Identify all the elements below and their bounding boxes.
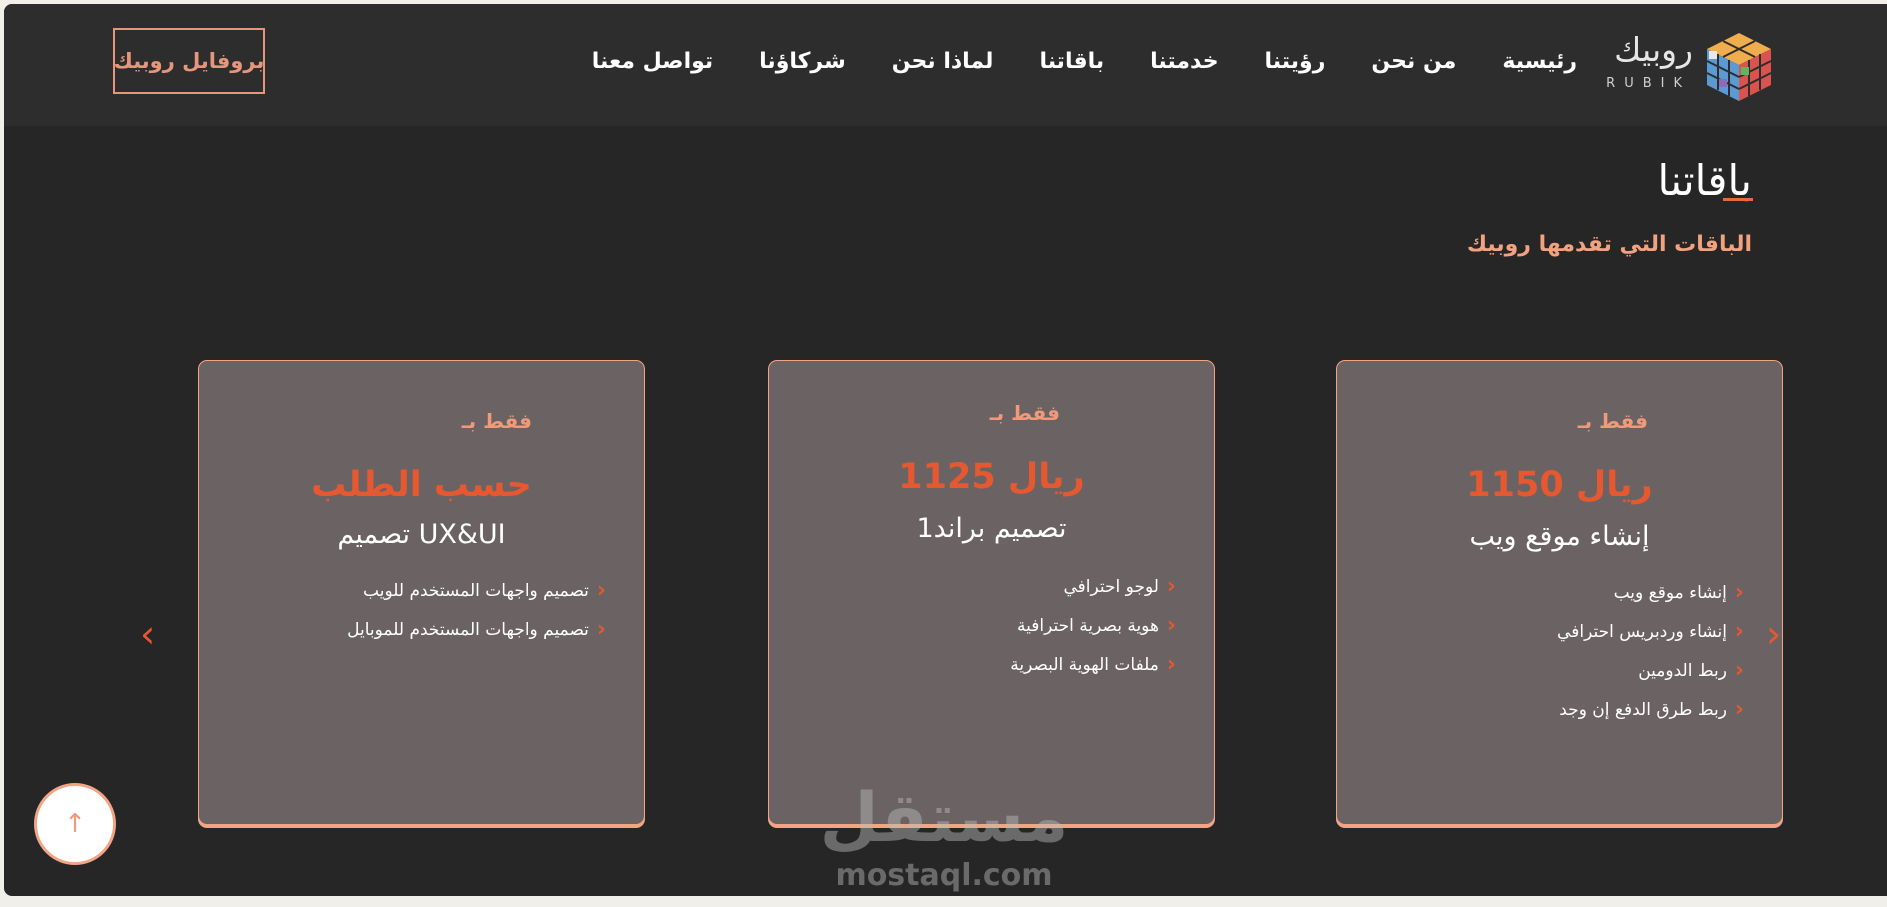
feature-label: ربط طرق الدفع إن وجد <box>1559 699 1727 720</box>
rubik-cube-logo-icon <box>1706 33 1772 101</box>
feature-label: لوجو احترافي <box>1063 576 1159 597</box>
section-subtitle: الباقات التي تقدمها روبيك <box>1466 232 1752 257</box>
package-name: تصميم UX&UI <box>337 519 506 550</box>
list-item: ‹ تصميم واجهات المستخدم للويب <box>347 571 606 610</box>
watermark-url: mostaql.com <box>835 858 1053 893</box>
chevron-icon: ‹ <box>1166 612 1176 638</box>
feature-list: ‹ لوجو احترافي ‹ هوية بصرية احترافية ‹ ملفا… <box>1010 567 1176 684</box>
chevron-icon: ‹ <box>596 616 606 642</box>
scroll-to-top-button[interactable]: ↑ <box>34 783 116 865</box>
nav-item-home[interactable]: رئيسية <box>1502 49 1577 74</box>
feature-label: ملفات الهوية البصرية <box>1010 654 1159 675</box>
arrow-up-icon: ↑ <box>64 809 86 839</box>
chevron-icon: ‹ <box>1734 618 1744 644</box>
feature-label: هوية بصرية احترافية <box>1016 615 1159 636</box>
package-name: تصميم براند1 <box>916 513 1067 544</box>
main-nav: رئيسية من نحن رؤيتنا خدمتنا باقاتنا لماذ… <box>592 49 1577 74</box>
list-item: ‹ ربط طرق الدفع إن وجد <box>1557 690 1744 729</box>
page-bottom-strip <box>0 896 1887 907</box>
feature-list: ‹ تصميم واجهات المستخدم للويب ‹ تصميم واجه… <box>347 571 606 649</box>
package-price: حسب الطلب <box>311 465 532 505</box>
nav-item-contact[interactable]: تواصل معنا <box>592 49 713 74</box>
price-prefix: فقط بـ <box>461 409 532 433</box>
package-name: إنشاء موقع ويب <box>1469 521 1650 552</box>
page-frame: روبيك RUBIK رئيسية من نحن رؤيتنا خدمتنا … <box>4 4 1887 896</box>
package-price: 1125 ريال <box>898 457 1085 497</box>
feature-label: تصميم واجهات المستخدم للويب <box>363 580 589 601</box>
chevron-icon: ‹ <box>1734 696 1744 722</box>
nav-item-services[interactable]: خدمتنا <box>1150 49 1218 74</box>
watermark-arabic: مستقل <box>819 779 1069 858</box>
list-item: ‹ ملفات الهوية البصرية <box>1010 645 1176 684</box>
chevron-right-icon[interactable]: › <box>1766 612 1781 656</box>
chevron-icon: ‹ <box>1166 651 1176 677</box>
navbar: روبيك RUBIK رئيسية من نحن رؤيتنا خدمتنا … <box>4 4 1887 126</box>
feature-label: تصميم واجهات المستخدم للموبايل <box>347 619 589 640</box>
chevron-icon: ‹ <box>1166 573 1176 599</box>
price-prefix: فقط بـ <box>1577 409 1648 433</box>
nav-item-packages[interactable]: باقاتنا <box>1039 49 1104 74</box>
list-item: ‹ ربط الدومين <box>1557 651 1744 690</box>
package-card-website[interactable]: فقط بـ 1150 ريال إنشاء موقع ويب ‹ إنشاء م… <box>1336 360 1783 825</box>
watermark: مستقل mostaql.com <box>819 779 1069 896</box>
package-price: 1150 ريال <box>1466 465 1653 505</box>
brand-name-ar: روبيك <box>1614 30 1693 69</box>
package-card-uxui[interactable]: فقط بـ حسب الطلب تصميم UX&UI ‹ تصميم واجه… <box>198 360 645 825</box>
nav-item-vision[interactable]: رؤيتنا <box>1265 49 1326 74</box>
chevron-icon: ‹ <box>1734 657 1744 683</box>
nav-item-why-us[interactable]: لماذا نحن <box>892 49 994 74</box>
brand-name-en: RUBIK <box>1606 76 1691 91</box>
list-item: ‹ لوجو احترافي <box>1010 567 1177 606</box>
nav-item-about[interactable]: من نحن <box>1371 49 1456 74</box>
package-card-brand[interactable]: فقط بـ 1125 ريال تصميم براند1 ‹ لوجو احتر… <box>768 360 1215 825</box>
list-item: ‹ تصميم واجهات المستخدم للموبايل <box>347 610 606 649</box>
feature-label: إنشاء موقع ويب <box>1613 582 1727 603</box>
chevron-left-icon[interactable]: ‹ <box>140 612 155 656</box>
list-item: ‹ إنشاء موقع ويب <box>1557 573 1744 612</box>
chevron-icon: ‹ <box>596 577 606 603</box>
brand-logo[interactable]: روبيك RUBIK <box>1577 26 1777 106</box>
nav-item-partners[interactable]: شركاؤنا <box>759 49 846 74</box>
profile-button[interactable]: بروفايل روبيك <box>113 28 265 94</box>
price-prefix: فقط بـ <box>989 401 1060 425</box>
list-item: ‹ هوية بصرية احترافية <box>1010 606 1176 645</box>
title-underline <box>1723 198 1753 201</box>
chevron-icon: ‹ <box>1734 579 1744 605</box>
feature-label: إنشاء وردبريس احترافي <box>1557 621 1727 642</box>
feature-label: ربط الدومين <box>1638 660 1727 681</box>
list-item: ‹ إنشاء وردبريس احترافي <box>1557 612 1744 651</box>
feature-list: ‹ إنشاء موقع ويب ‹ إنشاء وردبريس احترافي ‹… <box>1557 573 1744 729</box>
